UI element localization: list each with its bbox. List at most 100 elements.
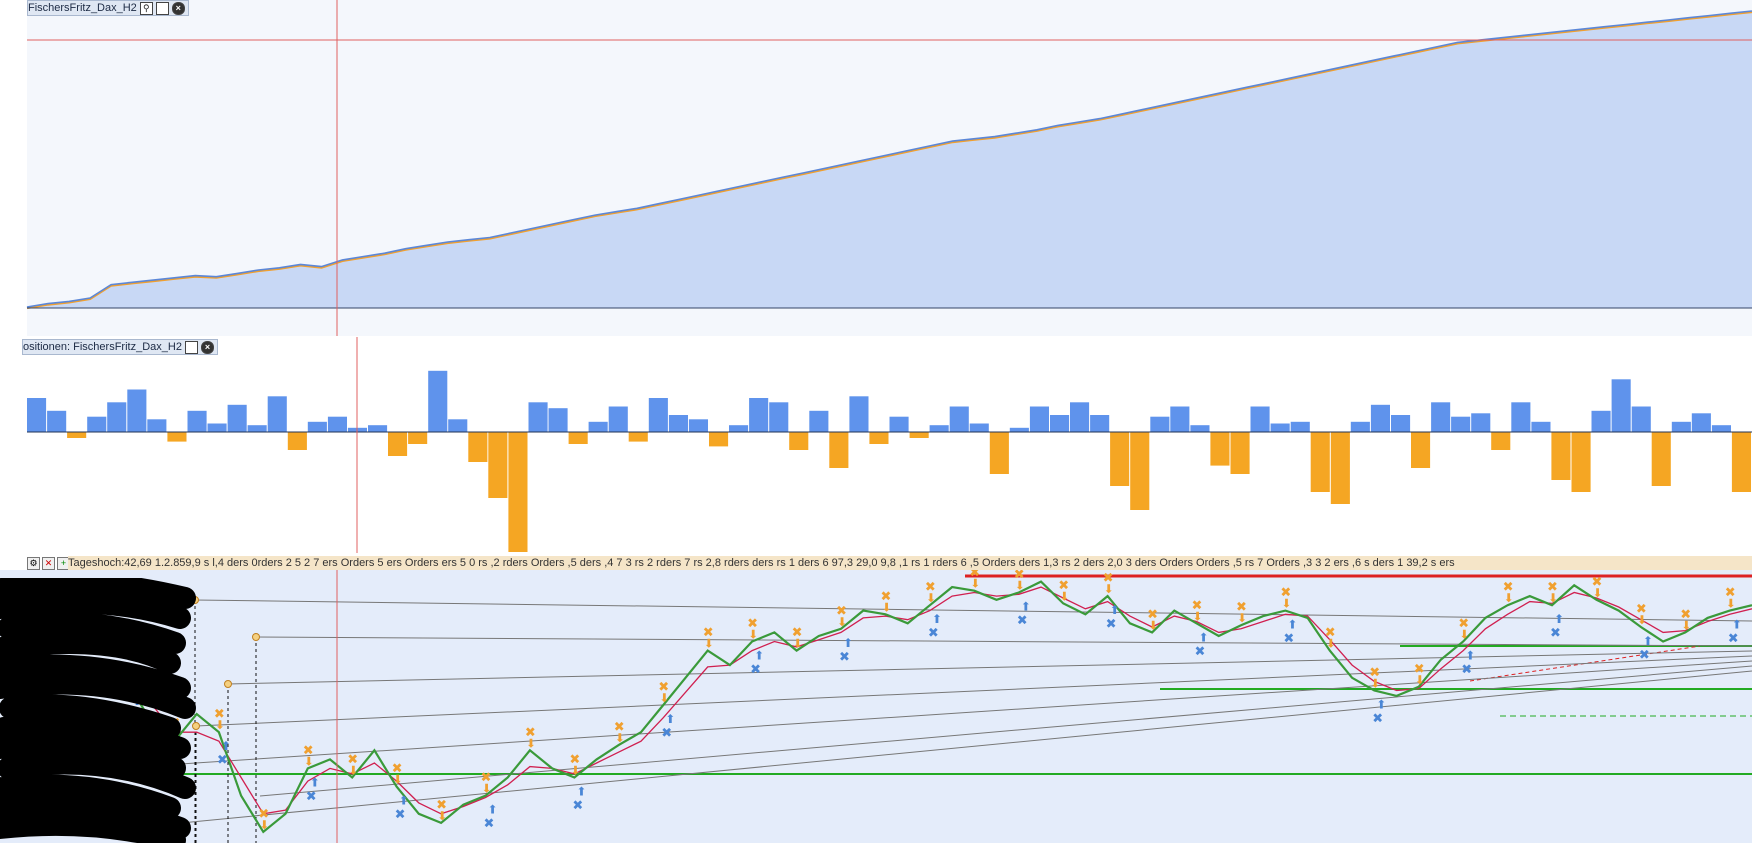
position-bar (1210, 432, 1230, 466)
position-bar (287, 432, 307, 450)
buy-arrow: ⬆ (1199, 630, 1209, 644)
position-bar (1411, 432, 1431, 468)
position-bar (1451, 416, 1471, 432)
position-bar (608, 406, 628, 432)
redaction-scribble (0, 578, 196, 843)
position-bar (187, 410, 207, 433)
position-bar (588, 421, 608, 432)
position-bar (167, 432, 187, 442)
position-bar (207, 423, 227, 432)
sell-arrow: ⬇ (348, 764, 358, 778)
close-icon[interactable]: × (171, 1, 185, 15)
buy-arrow: ⬆ (488, 803, 498, 817)
position-bar (809, 410, 829, 433)
buy-arrow: ⬆ (1465, 649, 1475, 663)
position-bar (47, 410, 67, 433)
position-bar (1671, 421, 1691, 432)
position-bar (388, 432, 408, 456)
close-icon[interactable]: × (200, 340, 214, 354)
buy-arrow: ⬆ (665, 712, 675, 726)
maximize-icon[interactable] (155, 1, 169, 15)
sell-arrow: ⬇ (615, 731, 625, 745)
buy-marker: ✖ (395, 808, 406, 823)
position-bar (147, 419, 167, 433)
position-bar (267, 396, 287, 432)
position-bar (688, 419, 708, 433)
positions-panel: ositionen: FischersFritz_Dax_H2 × (0, 337, 1752, 553)
position-bar (969, 423, 989, 432)
sell-arrow: ⬇ (837, 615, 847, 629)
position-bar (1150, 416, 1170, 432)
position-bar (989, 432, 1009, 474)
positions-chart (27, 337, 1752, 553)
buy-marker: ✖ (1550, 626, 1561, 641)
position-bar (307, 421, 327, 432)
position-bar (107, 402, 127, 433)
sell-arrow: ⬇ (659, 691, 669, 705)
position-bar (428, 370, 448, 432)
position-bar (1270, 423, 1290, 432)
pivot-point (224, 680, 232, 688)
buy-marker: ✖ (1461, 663, 1472, 678)
sell-arrow: ⬇ (1681, 618, 1691, 632)
position-bar (1190, 425, 1210, 432)
position-bar (408, 432, 428, 444)
settings-icon[interactable]: ⚙ (27, 556, 40, 570)
position-bar (448, 419, 468, 433)
sell-arrow: ⬇ (1281, 597, 1291, 611)
position-bar (1531, 421, 1551, 432)
sell-arrow: ⬇ (570, 764, 580, 778)
sell-arrow: ⬇ (1370, 677, 1380, 691)
position-bar (87, 416, 107, 432)
price-chart: ✖⬇⬆✖✖⬇✖⬇⬆✖✖⬇✖⬇⬆✖✖⬇ ✖⬇⬆✖✖⬇✖⬇⬆✖✖⬇✖⬇⬆✖✖⬇✖⬇⬆✖… (0, 566, 1752, 843)
position-bar (1391, 415, 1411, 432)
position-bar (568, 432, 588, 444)
position-bar (1611, 379, 1631, 432)
sell-arrow: ⬇ (793, 637, 803, 651)
buy-arrow: ⬆ (221, 739, 231, 753)
buy-marker: ✖ (1106, 617, 1117, 632)
delete-icon[interactable]: ✕ (42, 556, 55, 570)
position-bar (127, 389, 147, 432)
sell-arrow: ⬇ (304, 754, 314, 768)
buy-arrow: ⬆ (576, 785, 586, 799)
sell-arrow: ⬇ (215, 718, 225, 732)
position-bar (1691, 413, 1711, 432)
settings-icon[interactable]: ⚲ (139, 1, 153, 15)
equity-panel-tab[interactable]: FischersFritz_Dax_H2 ⚲ × (27, 0, 189, 16)
position-bar (1250, 406, 1270, 432)
buy-arrow: ⬆ (1376, 698, 1386, 712)
sell-arrow: ⬇ (926, 591, 936, 605)
maximize-icon[interactable] (184, 340, 198, 354)
position-bar (1170, 406, 1190, 432)
position-bar (749, 398, 769, 432)
buy-arrow: ⬆ (310, 775, 320, 789)
buy-marker: ✖ (572, 799, 583, 814)
buy-arrow: ⬆ (754, 649, 764, 663)
sell-arrow: ⬇ (482, 782, 492, 796)
position-bar (1711, 425, 1731, 432)
position-bar (1310, 432, 1330, 492)
pivot-point (252, 633, 260, 641)
buy-marker: ✖ (484, 817, 495, 832)
position-bar (648, 398, 668, 432)
position-bar (368, 425, 388, 432)
position-bar (729, 425, 749, 432)
position-bar (468, 432, 488, 462)
positions-panel-tab[interactable]: ositionen: FischersFritz_Dax_H2 × (22, 339, 218, 355)
position-bar (668, 415, 688, 432)
sell-arrow: ⬇ (259, 818, 269, 832)
position-bar (1651, 432, 1671, 486)
buy-marker: ✖ (661, 726, 672, 741)
position-bar (909, 432, 929, 438)
position-bar (1330, 432, 1350, 504)
position-bar (528, 402, 548, 433)
position-bar (508, 432, 528, 552)
position-bar (1110, 432, 1130, 486)
sell-arrow: ⬇ (1459, 628, 1469, 642)
buy-arrow: ⬆ (1643, 634, 1653, 648)
buy-arrow: ⬆ (1110, 603, 1120, 617)
position-bar (27, 398, 47, 432)
sell-arrow: ⬇ (970, 577, 980, 591)
buy-arrow: ⬆ (932, 612, 942, 626)
